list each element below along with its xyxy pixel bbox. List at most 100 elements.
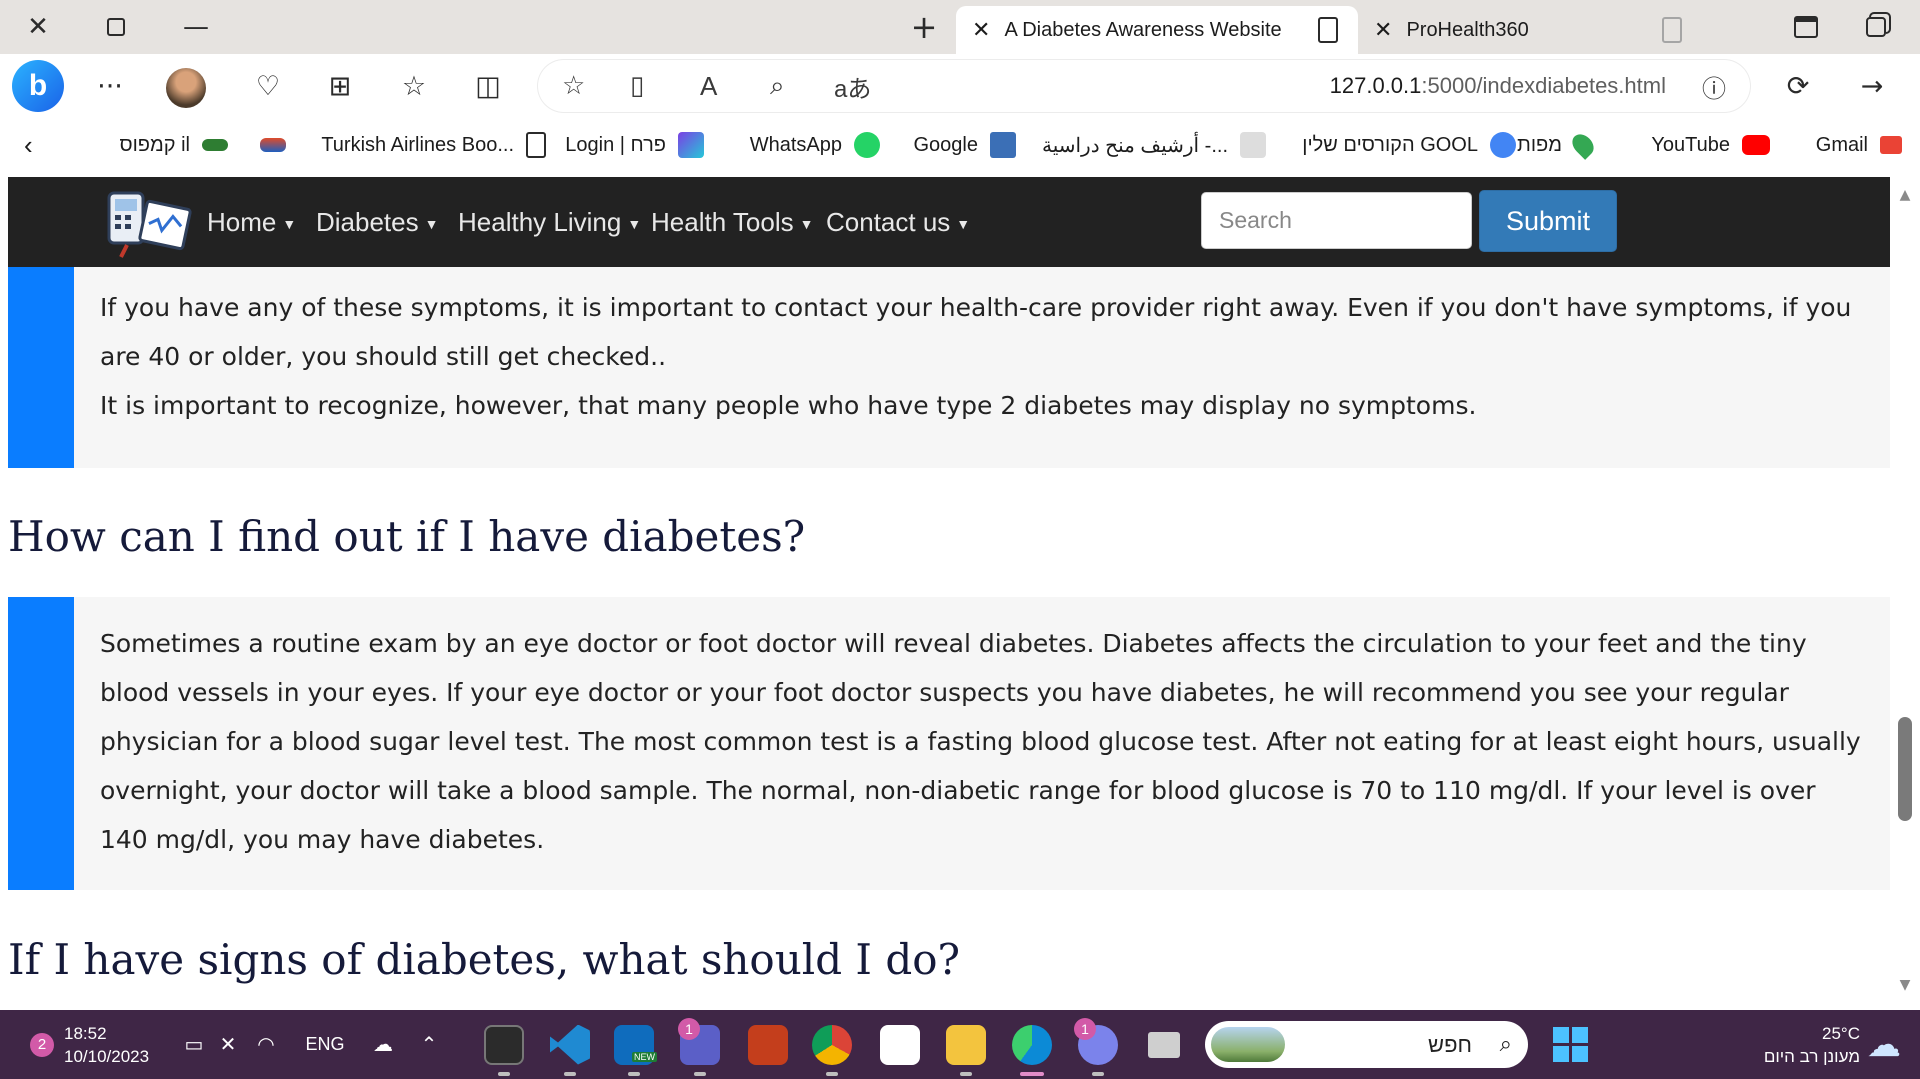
translate-icon[interactable]: aあ	[834, 60, 871, 112]
nav-label: Health Tools	[651, 207, 794, 237]
weather-temperature: 25°C	[1822, 1023, 1860, 1043]
nav-health-tools[interactable]: Health Tools ▼	[651, 177, 813, 267]
favorite-label: מפות	[1517, 133, 1562, 156]
nav-home[interactable]: Home ▼	[207, 177, 296, 267]
refresh-icon[interactable]: ⟳	[1776, 54, 1820, 118]
add-favorite-icon[interactable]: ☆	[562, 60, 585, 112]
diagnosis-text: Sometimes a routine exam by an eye docto…	[100, 629, 1861, 854]
section-heading-find-out: How can I find out if I have diabetes?	[8, 512, 806, 561]
notification-count: 2	[30, 1032, 54, 1057]
tab-actions-icon[interactable]	[1782, 0, 1830, 54]
browser-essentials-icon[interactable]: ♡	[246, 54, 290, 118]
app-running-indicator	[826, 1072, 838, 1076]
url-text[interactable]: 127.0.0.1:5000/indexdiabetes.html	[1330, 60, 1666, 112]
more-options-icon[interactable]: ···	[90, 54, 130, 118]
perach-icon	[678, 132, 704, 158]
app-running-indicator	[960, 1072, 972, 1076]
wifi-icon[interactable]: ◠	[252, 1010, 280, 1079]
favorites-bar: ‹ Gmail YouTube מפות הקורסים שלין GOOL أ…	[0, 118, 1920, 172]
caret-down-icon: ▼	[956, 216, 971, 233]
close-tab-icon[interactable]: ✕	[1374, 17, 1392, 43]
site-info-icon[interactable]: ⓘ	[1702, 60, 1726, 112]
page-scrollbar[interactable]: ▲ ▼	[1890, 177, 1920, 1007]
favorite-whatsapp[interactable]: WhatsApp	[750, 118, 880, 172]
file-explorer-icon[interactable]	[946, 1010, 986, 1079]
caret-down-icon: ▼	[627, 216, 642, 233]
favorite-gmail[interactable]: Gmail	[1816, 118, 1902, 172]
search-input[interactable]: Search	[1201, 192, 1472, 249]
battery-icon[interactable]: ▭	[180, 1010, 208, 1079]
teams-badge: 1	[678, 1018, 700, 1040]
vscode-icon[interactable]	[550, 1010, 590, 1079]
favorite-label: Google	[913, 133, 979, 156]
site-navbar: Home ▼ Diabetes ▼ Healthy Living ▼ Health T…	[8, 177, 1890, 267]
favorites-list-icon[interactable]: ☆	[392, 54, 436, 118]
favorite-gool[interactable]: הקורסים שלין GOOL	[1302, 118, 1516, 172]
favorite-label: Login | פרח	[565, 133, 666, 156]
show-hidden-icons-icon[interactable]: ⌃	[414, 1010, 444, 1079]
app-running-indicator	[1092, 1072, 1104, 1076]
nav-healthy-living[interactable]: Healthy Living ▼	[458, 177, 641, 267]
task-view-icon[interactable]	[1144, 1010, 1184, 1079]
favorite-turkish-airlines[interactable]: Turkish Airlines Boo...	[321, 118, 546, 172]
new-tab-button[interactable]: +	[900, 0, 948, 54]
volume-muted-icon[interactable]: ✕	[214, 1010, 242, 1079]
favorite-campus[interactable]: קמפוס il	[119, 118, 228, 172]
bing-copilot-icon[interactable]: b	[12, 60, 64, 112]
workspaces-icon[interactable]	[1852, 0, 1900, 54]
nav-diabetes[interactable]: Diabetes ▼	[316, 177, 438, 267]
favorite-bookmark[interactable]	[248, 118, 286, 172]
weather-widget[interactable]: 25°C מעונן רב היום	[1730, 1010, 1860, 1079]
clock[interactable]: 18:52 10/10/2023	[64, 1010, 174, 1079]
tab-diabetes-awareness[interactable]: ✕ A Diabetes Awareness Website	[956, 6, 1358, 54]
favorite-scholarships[interactable]: أرشيف منح دراسية -...	[1042, 118, 1266, 172]
favorite-google[interactable]: Google	[913, 118, 1016, 172]
favorite-perach[interactable]: Login | פרח	[565, 118, 704, 172]
zoom-icon[interactable]: ⌕	[770, 60, 785, 112]
nav-label: Diabetes	[316, 207, 419, 237]
language-indicator[interactable]: ENG	[302, 1010, 348, 1079]
page-icon	[1662, 17, 1682, 43]
favorite-label: הקורסים שלין GOOL	[1302, 133, 1478, 156]
submit-button[interactable]: Submit	[1479, 190, 1617, 252]
youtube-icon	[1742, 135, 1770, 155]
close-tab-icon[interactable]: ✕	[972, 17, 990, 43]
address-bar[interactable]: ☆ ▯ A ⌕ aあ 127.0.0.1:5000/indexdiabetes.…	[538, 60, 1750, 112]
collections-icon[interactable]: ⊞	[318, 54, 362, 118]
terminal-icon[interactable]	[484, 1010, 524, 1079]
favorite-label: קמפוס il	[119, 133, 191, 156]
scrollbar-thumb[interactable]	[1898, 717, 1912, 821]
immersive-reader-icon[interactable]: ▯	[630, 60, 644, 112]
scroll-down-icon[interactable]: ▼	[1890, 977, 1920, 993]
tab-strip: ✕ — + ✕ A Diabetes Awareness Website ✕ P…	[0, 0, 1920, 54]
chrome-icon[interactable]	[812, 1010, 852, 1079]
onedrive-icon[interactable]: ☁	[368, 1010, 398, 1079]
app-running-indicator	[628, 1072, 640, 1076]
split-screen-icon[interactable]: ◫	[466, 54, 510, 118]
taskbar-search[interactable]: חפש ⌕	[1205, 1021, 1528, 1068]
url-path: :5000/indexdiabetes.html	[1421, 73, 1666, 98]
powerpoint-icon[interactable]	[748, 1010, 788, 1079]
windows-taskbar: 2 18:52 10/10/2023 ▭ ✕ ◠ ENG ☁ ⌃ NEW 1 1…	[0, 1010, 1920, 1079]
profile-avatar[interactable]	[166, 68, 206, 108]
forward-icon[interactable]: →	[1850, 54, 1894, 118]
restore-window-icon[interactable]	[92, 0, 140, 54]
minimize-window-icon[interactable]: —	[172, 0, 220, 54]
tab-prohealth360[interactable]: ✕ ProHealth360	[1358, 6, 1708, 54]
microsoft-store-icon[interactable]	[880, 1010, 920, 1079]
favorite-maps[interactable]: מפות	[1517, 118, 1598, 172]
tab-title: A Diabetes Awareness Website	[1004, 18, 1282, 41]
favorite-youtube[interactable]: YouTube	[1651, 118, 1770, 172]
outlook-icon[interactable]: NEW	[614, 1010, 657, 1079]
back-icon[interactable]: ‹	[24, 118, 33, 172]
read-aloud-icon[interactable]: A	[700, 60, 717, 112]
notification-badge[interactable]: 2	[28, 1010, 56, 1079]
document-icon	[526, 132, 546, 158]
start-button[interactable]	[1550, 1010, 1590, 1079]
edge-icon[interactable]	[1012, 1010, 1052, 1079]
nav-contact-us[interactable]: Contact us ▼	[826, 177, 970, 267]
site-logo[interactable]	[103, 185, 193, 259]
scroll-up-icon[interactable]: ▲	[1890, 187, 1920, 203]
search-label: חפש	[1428, 1032, 1472, 1057]
close-window-icon[interactable]: ✕	[14, 0, 62, 54]
